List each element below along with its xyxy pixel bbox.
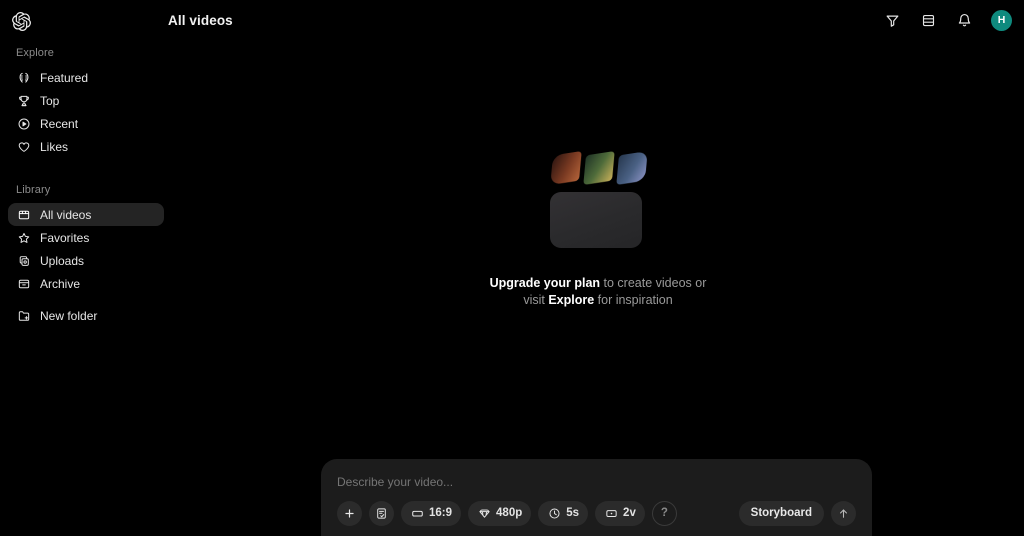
stacked-squares-icon: [16, 253, 31, 268]
plus-icon: [343, 506, 357, 520]
empty-state-message: Upgrade your plan to create videos or vi…: [490, 275, 707, 309]
duration-button[interactable]: 5s: [538, 500, 589, 526]
clapper-slat-green: [583, 150, 615, 186]
empty-state: Upgrade your plan to create videos or vi…: [172, 147, 1024, 309]
sidebar-item-label: Top: [40, 93, 60, 108]
sidebar-item-archive[interactable]: Archive: [8, 272, 164, 295]
question-mark-icon: ?: [660, 507, 668, 519]
upgrade-plan-link[interactable]: Upgrade your plan: [490, 276, 600, 290]
star-icon: [16, 230, 31, 245]
resolution-button[interactable]: 480p: [468, 500, 532, 526]
variants-icon: [604, 506, 618, 520]
aspect-ratio-button[interactable]: 16:9: [401, 500, 462, 526]
gem-icon: [477, 506, 491, 520]
duration-label: 5s: [566, 507, 580, 519]
top-bar: All videos H: [0, 0, 1024, 42]
play-circle-icon: [16, 116, 31, 131]
avatar[interactable]: H: [991, 9, 1012, 31]
document-check-icon: [375, 506, 389, 520]
filter-funnel-icon[interactable]: [881, 9, 903, 31]
folder-plus-icon: [16, 308, 31, 323]
sidebar-item-recent[interactable]: Recent: [8, 112, 164, 135]
clock-icon: [547, 506, 561, 520]
page-title: All videos: [168, 13, 233, 28]
sidebar-item-likes[interactable]: Likes: [8, 135, 164, 158]
list-view-icon[interactable]: [917, 9, 939, 31]
avatar-initial: H: [997, 14, 1006, 26]
variants-button[interactable]: 2v: [595, 500, 645, 526]
sidebar-item-new-folder[interactable]: New folder: [8, 304, 164, 327]
send-button[interactable]: [831, 500, 856, 526]
sidebar-item-label: Archive: [40, 276, 81, 291]
sidebar-item-top[interactable]: Top: [8, 89, 164, 112]
sidebar-item-label: Favorites: [40, 230, 90, 245]
header-actions: H: [881, 9, 1012, 31]
empty-text-part: visit: [523, 293, 549, 307]
storyboard-button[interactable]: Storyboard: [738, 500, 824, 526]
resolution-label: 480p: [496, 507, 523, 519]
laurel-wreath-icon: [16, 70, 31, 85]
sidebar-item-label: Uploads: [40, 253, 85, 268]
sidebar-item-label: New folder: [40, 308, 98, 323]
trophy-icon: [16, 93, 31, 108]
archive-box-icon: [16, 276, 31, 291]
sidebar-item-label: Recent: [40, 116, 79, 131]
empty-text-part: for inspiration: [594, 293, 673, 307]
arrow-up-icon: [837, 506, 851, 520]
openai-logo-icon[interactable]: [11, 11, 31, 31]
sidebar-item-featured[interactable]: Featured: [8, 66, 164, 89]
sidebar-section-library-label: Library: [16, 184, 51, 196]
clapperboard-icon: [16, 207, 31, 222]
sidebar-item-label: Likes: [40, 139, 69, 154]
clapper-slat-red: [550, 150, 582, 186]
sidebar-item-uploads[interactable]: Uploads: [8, 249, 164, 272]
aspect-ratio-label: 16:9: [429, 507, 453, 519]
clapper-body: [550, 192, 642, 248]
prompt-input[interactable]: [337, 473, 856, 491]
storyboard-label: Storyboard: [750, 507, 812, 519]
sidebar: Explore Featured Top Recent Likes Librar…: [0, 42, 172, 536]
aspect-ratio-icon: [410, 506, 424, 520]
add-attachment-button[interactable]: [337, 500, 362, 526]
preset-button[interactable]: [369, 500, 394, 526]
empty-text-part: to create videos or: [600, 276, 707, 290]
composer-toolbar: 16:9 480p 5s 2v ? Storyboard: [337, 500, 856, 526]
composer-bar: 16:9 480p 5s: [321, 459, 872, 536]
composer-actions: Storyboard: [738, 500, 856, 526]
help-button[interactable]: ?: [651, 500, 677, 526]
explore-link[interactable]: Explore: [548, 293, 594, 307]
sidebar-item-favorites[interactable]: Favorites: [8, 226, 164, 249]
sidebar-section-explore-label: Explore: [16, 47, 54, 59]
heart-icon: [16, 139, 31, 154]
sidebar-item-label: Featured: [40, 70, 89, 85]
clapper-slat-blue: [616, 150, 648, 186]
bell-icon[interactable]: [953, 9, 975, 31]
variants-label: 2v: [623, 507, 636, 519]
clapperboard-illustration: [550, 147, 648, 248]
sidebar-item-all-videos[interactable]: All videos: [8, 203, 164, 226]
sidebar-item-label: All videos: [40, 207, 92, 222]
